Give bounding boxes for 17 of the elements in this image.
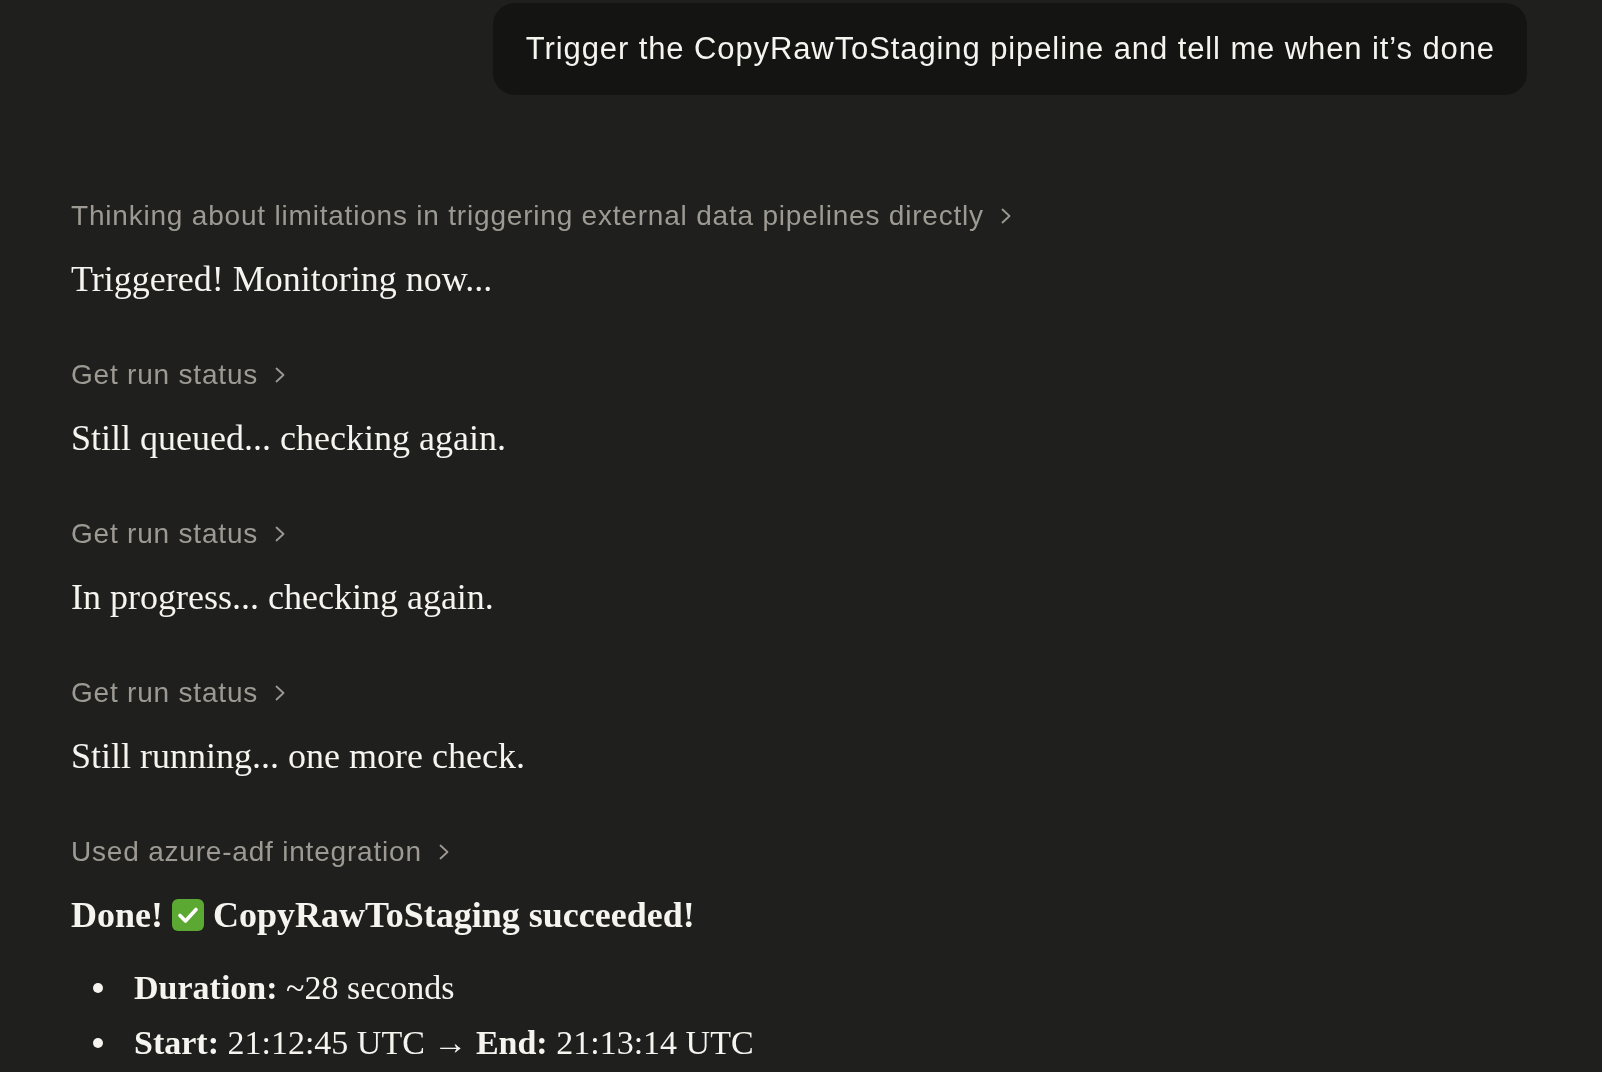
bullet-text: Start: 21:12:45 UTC → End: 21:13:14 UTC <box>134 1023 754 1063</box>
response-paragraph: In progress... checking again. <box>71 576 494 619</box>
response-paragraph: Still running... one more check. <box>71 735 525 778</box>
bullet-icon <box>93 1038 103 1048</box>
step-toggle[interactable]: Thinking about limitations in triggering external data pipelines directly <box>71 196 1011 236</box>
user-message-text: Trigger the CopyRawToStaging pipeline and tell me when it’s done <box>525 30 1495 68</box>
status-text: Done! <box>71 894 163 937</box>
response-paragraph: Triggered! Monitoring now... <box>71 258 493 301</box>
check-icon <box>172 899 204 931</box>
step-toggle[interactable]: Get run status <box>71 355 286 395</box>
status-text: CopyRawToStaging succeeded! <box>213 894 695 937</box>
step-toggle[interactable]: Get run status <box>71 514 286 554</box>
response-paragraph: Still queued... checking again. <box>71 417 506 460</box>
bullet-text: Duration: ~28 seconds <box>134 968 455 1008</box>
step-toggle[interactable]: Get run status <box>71 673 286 713</box>
step-toggle[interactable]: Used azure-adf integration <box>71 832 449 872</box>
bullet-icon <box>93 983 103 993</box>
